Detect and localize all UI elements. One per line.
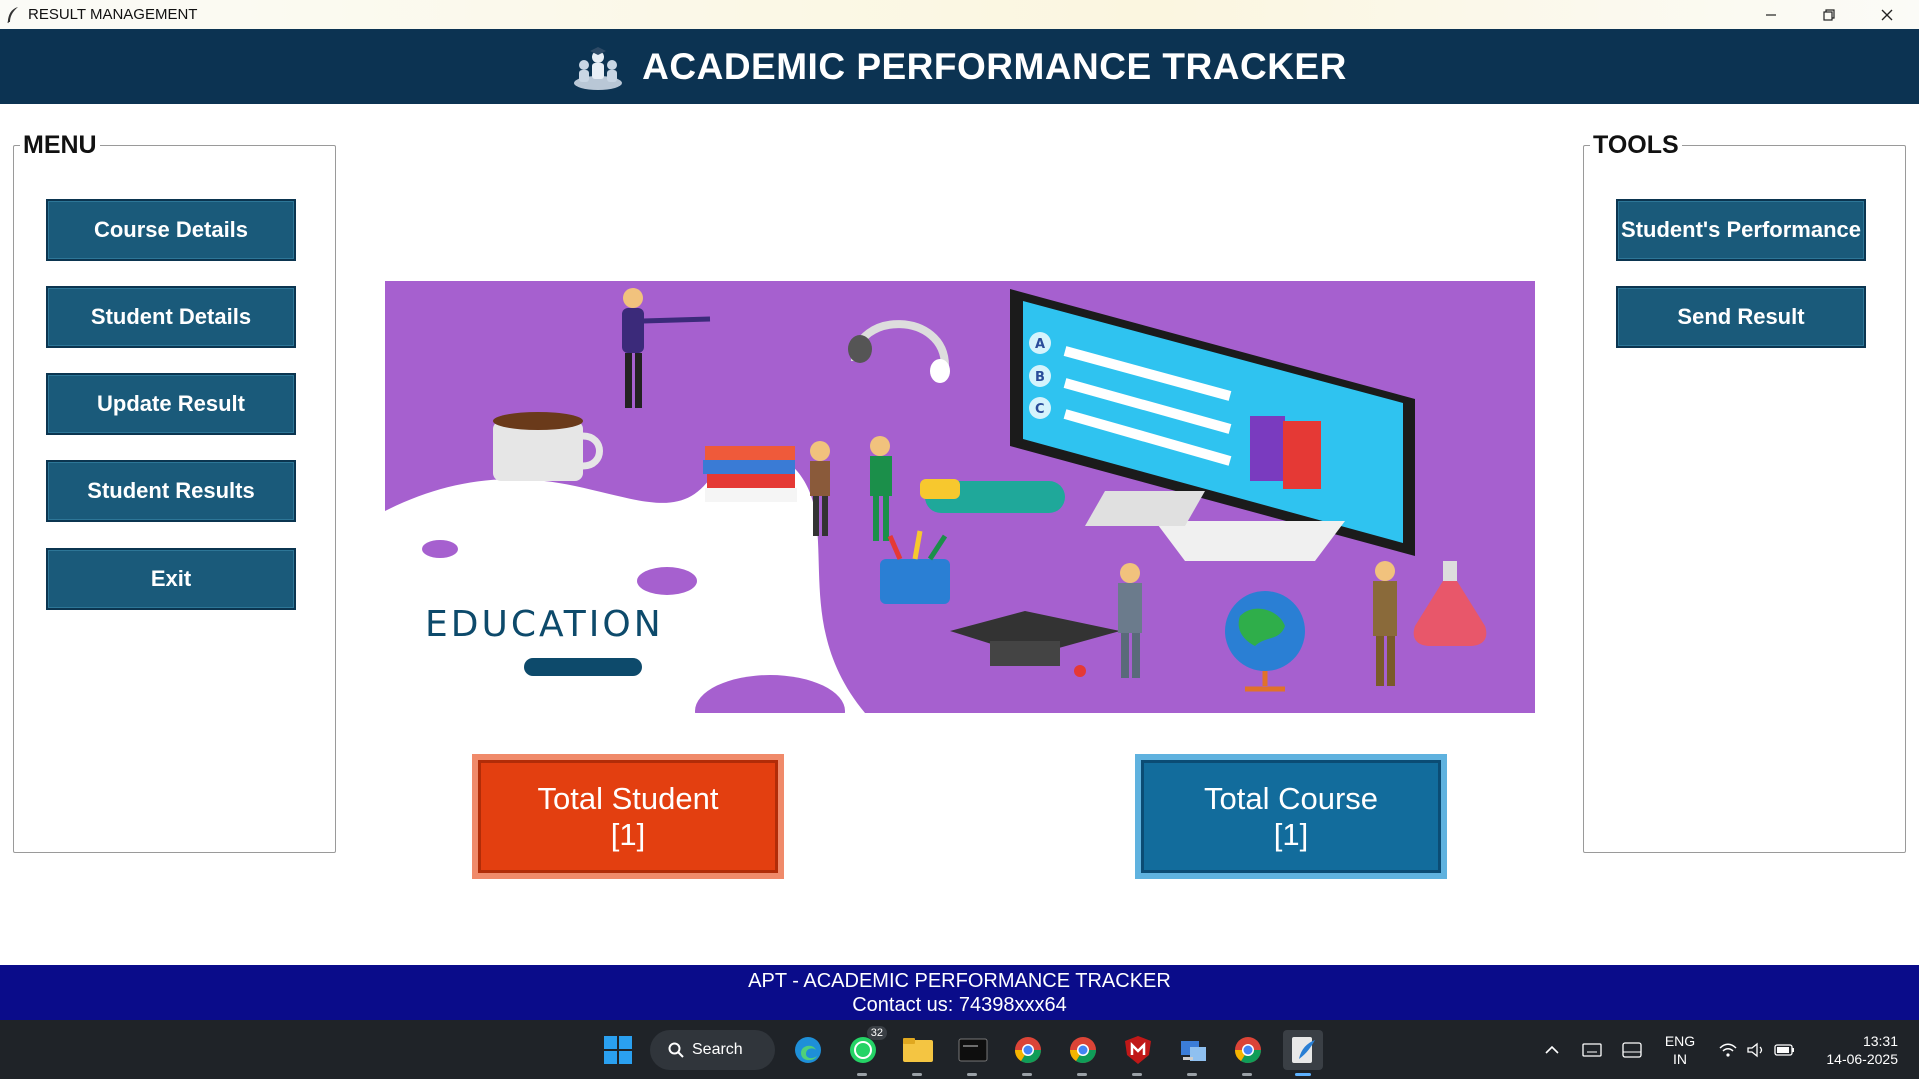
chrome-profile-taskbar-button[interactable] xyxy=(1063,1030,1103,1076)
keyboard-tray-button[interactable] xyxy=(1575,1030,1609,1070)
close-icon xyxy=(1881,9,1893,20)
active-indicator xyxy=(1295,1073,1311,1076)
whatsapp-taskbar-button[interactable]: 32 xyxy=(843,1026,887,1076)
wifi-icon xyxy=(1719,1043,1737,1057)
edge-icon xyxy=(795,1037,821,1063)
quiz-option-c: C xyxy=(1035,402,1045,417)
close-button[interactable] xyxy=(1858,0,1916,29)
student-results-button[interactable]: Student Results xyxy=(46,460,296,522)
search-icon xyxy=(668,1042,684,1058)
tools-label: TOOLS xyxy=(1590,132,1682,158)
terminal-taskbar-button[interactable] xyxy=(953,1030,993,1076)
keyboard-icon xyxy=(1582,1043,1602,1057)
send-result-button[interactable]: Send Result xyxy=(1616,286,1866,348)
touchpad-icon xyxy=(1622,1042,1642,1058)
control-panel-taskbar-button[interactable] xyxy=(1173,1030,1213,1076)
python-feather-icon xyxy=(1292,1037,1315,1063)
windows-start-icon xyxy=(604,1036,632,1064)
education-illustration: A B C EDUCATION xyxy=(385,288,1487,713)
app-title: ACADEMIC PERFORMANCE TRACKER xyxy=(642,45,1347,87)
clock-date: 14-06-2025 xyxy=(1826,1051,1898,1067)
mcafee-shield-icon xyxy=(1125,1036,1151,1064)
running-indicator xyxy=(912,1073,922,1076)
region-code: IN xyxy=(1673,1051,1687,1067)
minimize-icon xyxy=(1766,13,1776,16)
chrome-icon xyxy=(1069,1037,1097,1064)
total-course-value: [1] xyxy=(1273,816,1309,852)
running-indicator xyxy=(1187,1073,1197,1076)
quiz-option-b: B xyxy=(1035,370,1045,385)
running-indicator xyxy=(857,1073,867,1076)
students-logo-icon xyxy=(574,46,623,90)
chrome-taskbar-button[interactable] xyxy=(1008,1030,1048,1076)
window-titlebar: RESULT MANAGEMENT xyxy=(0,0,1919,29)
chrome-icon xyxy=(1234,1037,1262,1064)
window-title: RESULT MANAGEMENT xyxy=(28,6,198,23)
running-indicator xyxy=(1132,1073,1142,1076)
whatsapp-badge: 32 xyxy=(866,1026,887,1040)
menu-label: MENU xyxy=(20,132,100,158)
taskbar-search-label: Search xyxy=(692,1041,743,1058)
language-code: ENG xyxy=(1664,1033,1696,1049)
total-course-title: Total Course xyxy=(1203,780,1379,816)
student-details-button[interactable]: Student Details xyxy=(46,286,296,348)
education-banner: A B C EDUCATION xyxy=(385,281,1535,713)
mcafee-taskbar-button[interactable] xyxy=(1118,1030,1158,1076)
total-student-value: [1] xyxy=(610,816,646,852)
start-button[interactable] xyxy=(598,1030,638,1070)
course-details-button[interactable]: Course Details xyxy=(46,199,296,261)
footer-title: APT - ACADEMIC PERFORMANCE TRACKER xyxy=(748,969,1171,992)
exit-button[interactable]: Exit xyxy=(46,548,296,610)
feather-icon xyxy=(7,6,18,23)
quiz-option-a: A xyxy=(1035,337,1045,352)
control-panel-icon xyxy=(1181,1041,1206,1061)
education-text: EDUCATION xyxy=(425,604,664,645)
total-student-title: Total Student xyxy=(537,780,719,816)
show-hidden-icons-button[interactable] xyxy=(1535,1030,1569,1070)
menu-panel: MENU Course Details Student Details Upda… xyxy=(13,132,336,853)
restore-button[interactable] xyxy=(1800,0,1858,29)
app-footer: APT - ACADEMIC PERFORMANCE TRACKER Conta… xyxy=(0,965,1919,1020)
clock[interactable]: 13:31 14-06-2025 xyxy=(1808,1032,1908,1068)
chrome-icon xyxy=(1014,1037,1042,1064)
battery-icon xyxy=(1774,1044,1794,1056)
edge-taskbar-button[interactable] xyxy=(788,1030,828,1070)
volume-icon xyxy=(1747,1042,1763,1058)
language-indicator[interactable]: ENG IN xyxy=(1655,1032,1705,1068)
total-course-card: Total Course [1] xyxy=(1135,754,1447,879)
python-app-taskbar-button[interactable] xyxy=(1283,1030,1323,1076)
network-volume-battery-button[interactable] xyxy=(1712,1030,1802,1070)
app-header: ACADEMIC PERFORMANCE TRACKER xyxy=(0,29,1919,104)
clock-time: 13:31 xyxy=(1862,1033,1898,1049)
students-performance-button[interactable]: Student's Performance xyxy=(1616,199,1866,261)
tools-panel: TOOLS Student's Performance Send Result xyxy=(1583,132,1906,853)
restore-icon xyxy=(1823,8,1835,21)
running-indicator xyxy=(1022,1073,1032,1076)
windows-taskbar: Search 32 ENG IN 13:31 14-06-2025 xyxy=(0,1020,1919,1079)
chevron-up-icon xyxy=(1545,1045,1559,1054)
terminal-icon xyxy=(958,1038,988,1062)
running-indicator xyxy=(967,1073,977,1076)
update-result-button[interactable]: Update Result xyxy=(46,373,296,435)
folder-icon xyxy=(903,1038,933,1062)
file-explorer-taskbar-button[interactable] xyxy=(898,1030,938,1076)
touchpad-tray-button[interactable] xyxy=(1615,1030,1649,1070)
total-student-card: Total Student [1] xyxy=(472,754,784,879)
taskbar-search[interactable]: Search xyxy=(650,1030,775,1070)
minimize-button[interactable] xyxy=(1742,0,1800,29)
running-indicator xyxy=(1242,1073,1252,1076)
running-indicator xyxy=(1077,1073,1087,1076)
footer-contact: Contact us: 74398xxx64 xyxy=(852,993,1067,1016)
chrome-alt-taskbar-button[interactable] xyxy=(1228,1030,1268,1076)
